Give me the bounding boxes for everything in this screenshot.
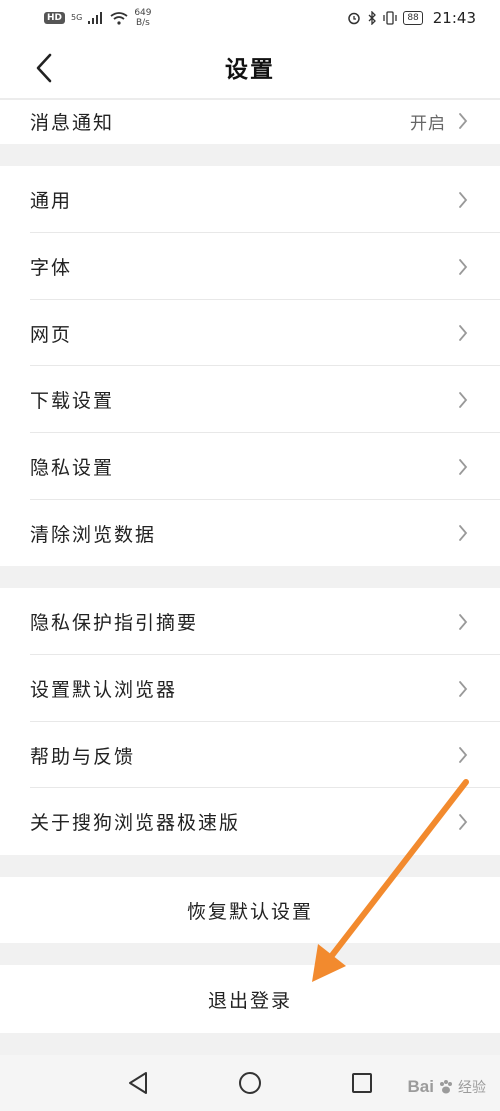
row-label: 帮助与反馈 (30, 745, 136, 768)
signal-icon (88, 12, 103, 24)
chevron-right-icon (456, 257, 470, 277)
network-type: 5G (71, 13, 83, 22)
row-label: 通用 (30, 190, 73, 212)
row-label: 网页 (30, 323, 73, 346)
header-divider (0, 98, 500, 100)
section-gap (0, 144, 500, 166)
restore-defaults-label: 恢复默认设置 (186, 900, 313, 923)
baidu-jingyan-watermark: Bai 经验 (408, 1077, 486, 1097)
nav-back-button[interactable] (123, 1068, 153, 1098)
chevron-right-icon (456, 679, 470, 699)
chevron-right-icon (456, 457, 470, 477)
status-bar: HD 5G 649 B/s 88 21:43 (0, 0, 500, 36)
settings-row-clear-data[interactable]: 清除浏览数据 (0, 500, 500, 566)
clock: 21:43 (432, 9, 476, 27)
chevron-right-icon (456, 323, 470, 343)
alarm-icon (348, 12, 361, 25)
settings-row-font[interactable]: 字体 (0, 233, 500, 300)
row-label: 下载设置 (30, 390, 115, 412)
settings-row-privacy[interactable]: 隐私设置 (0, 433, 500, 500)
paw-icon (440, 1080, 452, 1094)
hd-badge: HD (44, 12, 66, 24)
row-label: 设置默认浏览器 (30, 679, 178, 701)
restore-defaults-button[interactable]: 恢复默认设置 (0, 877, 500, 943)
chevron-right-icon (456, 612, 470, 632)
triangle-back-icon (129, 1072, 147, 1094)
status-right: 88 21:43 (347, 9, 476, 27)
square-recents-icon (352, 1073, 372, 1093)
chevron-left-icon (36, 53, 52, 83)
settings-row-download[interactable]: 下载设置 (0, 366, 500, 433)
nav-home-button[interactable] (235, 1068, 265, 1098)
page-title: 设置 (225, 57, 275, 83)
settings-row-notifications[interactable]: 消息通知 开启 (0, 98, 500, 144)
row-label: 字体 (30, 257, 73, 279)
chevron-right-icon (456, 111, 470, 131)
settings-row-webpage[interactable]: 网页 (0, 300, 500, 366)
bluetooth-icon (368, 11, 377, 25)
vibrate-icon (383, 11, 397, 25)
row-label: 清除浏览数据 (30, 523, 157, 546)
settings-row-help[interactable]: 帮助与反馈 (0, 722, 500, 788)
status-left: HD 5G 649 B/s (44, 8, 152, 28)
settings-row-general[interactable]: 通用 (0, 166, 500, 233)
chevron-right-icon (456, 390, 470, 410)
section-gap (0, 855, 500, 877)
row-label: 关于搜狗浏览器极速版 (30, 812, 241, 834)
logout-button[interactable]: 退出登录 (0, 965, 500, 1033)
back-button[interactable] (26, 50, 62, 86)
battery-icon: 88 (403, 11, 423, 25)
row-label: 消息通知 (30, 111, 115, 134)
header: 设置 (0, 36, 500, 98)
speed-unit: B/s (135, 18, 150, 28)
section-gap (0, 1033, 500, 1055)
watermark-brand: Bai (407, 1077, 434, 1096)
chevron-right-icon (456, 523, 470, 543)
row-label: 隐私保护指引摘要 (30, 612, 199, 634)
settings-row-privacy-guide[interactable]: 隐私保护指引摘要 (0, 588, 500, 655)
nav-recents-button[interactable] (347, 1068, 377, 1098)
network-speed: 649 B/s (134, 8, 151, 28)
settings-row-about[interactable]: 关于搜狗浏览器极速版 (0, 788, 500, 855)
row-label: 隐私设置 (30, 457, 115, 479)
speed-value: 649 (134, 8, 152, 18)
logout-label: 退出登录 (207, 989, 292, 1012)
settings-row-default-browser[interactable]: 设置默认浏览器 (0, 655, 500, 722)
section-gap (0, 566, 500, 588)
section-gap (0, 943, 500, 965)
chevron-right-icon (456, 812, 470, 832)
row-value: 开启 (410, 113, 446, 134)
wifi-icon (110, 11, 128, 25)
circle-home-icon (239, 1072, 261, 1094)
chevron-right-icon (456, 190, 470, 210)
chevron-right-icon (456, 745, 470, 765)
watermark-suffix: 经验 (458, 1080, 486, 1096)
